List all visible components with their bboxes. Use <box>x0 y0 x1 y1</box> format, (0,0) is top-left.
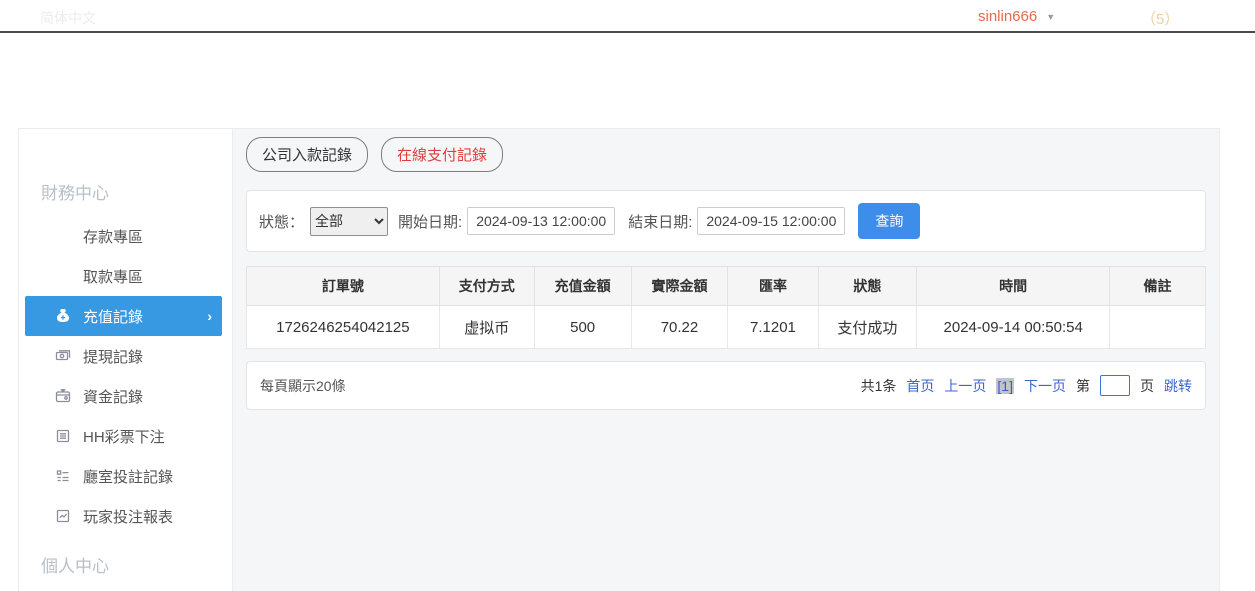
document-icon <box>55 428 71 444</box>
col-pay-method: 支付方式 <box>439 267 534 306</box>
sidebar-item-label: 提現記錄 <box>83 346 143 367</box>
sidebar-item-fund-records[interactable]: 資金記錄 <box>25 376 222 416</box>
cell-actual-amount: 70.22 <box>631 306 728 349</box>
cell-remark <box>1110 306 1206 349</box>
tab-company-deposit-records[interactable]: 公司入款記錄 <box>246 137 368 172</box>
tab-online-payment-records[interactable]: 在線支付記錄 <box>381 137 503 172</box>
banknotes-icon <box>55 348 71 364</box>
total-count: 共1条 <box>861 376 897 396</box>
sidebar-item-hh-lottery-bets[interactable]: HH彩票下注 <box>25 416 222 456</box>
sidebar-item-label: 玩家投注報表 <box>83 506 173 527</box>
pager-controls: 共1条 首页 上一页 [1] 下一页 第 页 跳转 <box>861 375 1192 396</box>
filter-bar: 狀態： 全部 開始日期: 結束日期: 查詢 <box>246 190 1206 252</box>
sidebar-section-personal: 個人中心 <box>19 536 232 589</box>
cell-exchange-rate: 7.1201 <box>728 306 818 349</box>
user-menu[interactable]: sinlin666 ▼ <box>978 8 1055 25</box>
sidebar-item-withdrawal-records[interactable]: 提現記錄 <box>25 336 222 376</box>
col-order-no: 訂單號 <box>247 267 440 306</box>
sidebar-item-recharge-records[interactable]: 充值記錄 › <box>25 296 222 336</box>
sidebar-item-label: HH彩票下注 <box>83 426 165 447</box>
sidebar: 財務中心 存款專區 取款專區 充值記錄 › <box>19 129 233 591</box>
current-page: [1] <box>996 378 1014 394</box>
start-date-input[interactable] <box>467 207 615 235</box>
col-exchange-rate: 匯率 <box>728 267 818 306</box>
records-table: 訂單號 支付方式 充值金額 實際金額 匯率 狀態 時間 備註 172624625… <box>246 266 1206 349</box>
status-label: 狀態： <box>259 211 304 232</box>
cell-pay-method: 虚拟币 <box>439 306 534 349</box>
col-remark: 備註 <box>1110 267 1206 306</box>
col-actual-amount: 實際金額 <box>631 267 728 306</box>
cell-order-no: 1726246254042125 <box>247 306 440 349</box>
jump-action-link[interactable]: 跳转 <box>1164 376 1192 396</box>
first-page-link[interactable]: 首页 <box>906 376 934 396</box>
records-table-wrap: 訂單號 支付方式 充值金額 實際金額 匯率 狀態 時間 備註 172624625… <box>246 266 1206 349</box>
sidebar-item-label: 廳室投註記錄 <box>83 466 173 487</box>
jump-prefix: 第 <box>1076 376 1090 396</box>
page-size-text: 每頁顯示20條 <box>260 376 346 396</box>
sidebar-item-player-bet-report[interactable]: 玩家投注報表 <box>25 496 222 536</box>
sidebar-item-label: 充值記錄 <box>83 306 143 327</box>
sidebar-item-withdraw-zone[interactable]: 取款專區 <box>25 256 222 296</box>
start-date-label: 開始日期: <box>398 211 462 232</box>
col-recharge-amount: 充值金額 <box>534 267 631 306</box>
cell-time: 2024-09-14 00:50:54 <box>917 306 1110 349</box>
pagination-bar: 每頁顯示20條 共1条 首页 上一页 [1] 下一页 第 页 跳转 <box>246 361 1206 410</box>
chevron-right-icon: › <box>207 308 212 324</box>
col-status: 狀態 <box>818 267 917 306</box>
report-chart-icon <box>55 508 71 524</box>
list-icon <box>55 468 71 484</box>
record-tabs: 公司入款記錄 在線支付記錄 <box>246 137 1206 172</box>
cell-recharge-amount: 500 <box>534 306 631 349</box>
jump-suffix: 页 <box>1140 376 1154 396</box>
sidebar-section-finance: 財務中心 <box>19 163 232 216</box>
next-page-link[interactable]: 下一页 <box>1024 376 1066 396</box>
language-switcher[interactable]: 简体中文 <box>40 8 96 28</box>
table-row: 1726246254042125 虚拟币 500 70.22 7.1201 支付… <box>247 306 1206 349</box>
topbar: 简体中文 sinlin666 ▼ （5） <box>0 0 1255 33</box>
end-date-label: 結束日期: <box>628 211 692 232</box>
sidebar-item-label: 資金記錄 <box>83 386 143 407</box>
sidebar-item-deposit-zone[interactable]: 存款專區 <box>25 216 222 256</box>
status-select[interactable]: 全部 <box>310 207 388 236</box>
chevron-down-icon: ▼ <box>1046 12 1055 22</box>
sidebar-item-label: 取款專區 <box>83 266 143 287</box>
sidebar-item-label: 存款專區 <box>83 226 143 247</box>
money-bag-icon <box>55 308 71 324</box>
search-button[interactable]: 查詢 <box>858 203 920 239</box>
table-header-row: 訂單號 支付方式 充值金額 實際金額 匯率 狀態 時間 備註 <box>247 267 1206 306</box>
username: sinlin666 <box>978 8 1037 25</box>
sidebar-item-room-bet-records[interactable]: 廳室投註記錄 <box>25 456 222 496</box>
content-area: 公司入款記錄 在線支付記錄 狀態： 全部 開始日期: 結束日期: 查詢 <box>233 129 1219 591</box>
page-jump-input[interactable] <box>1100 375 1130 396</box>
notification-badge[interactable]: （5） <box>1141 8 1179 29</box>
prev-page-link[interactable]: 上一页 <box>944 376 986 396</box>
col-time: 時間 <box>917 267 1110 306</box>
wallet-icon <box>55 388 71 404</box>
cell-status: 支付成功 <box>818 306 917 349</box>
main-frame: 財務中心 存款專區 取款專區 充值記錄 › <box>18 128 1220 591</box>
end-date-input[interactable] <box>697 207 845 235</box>
